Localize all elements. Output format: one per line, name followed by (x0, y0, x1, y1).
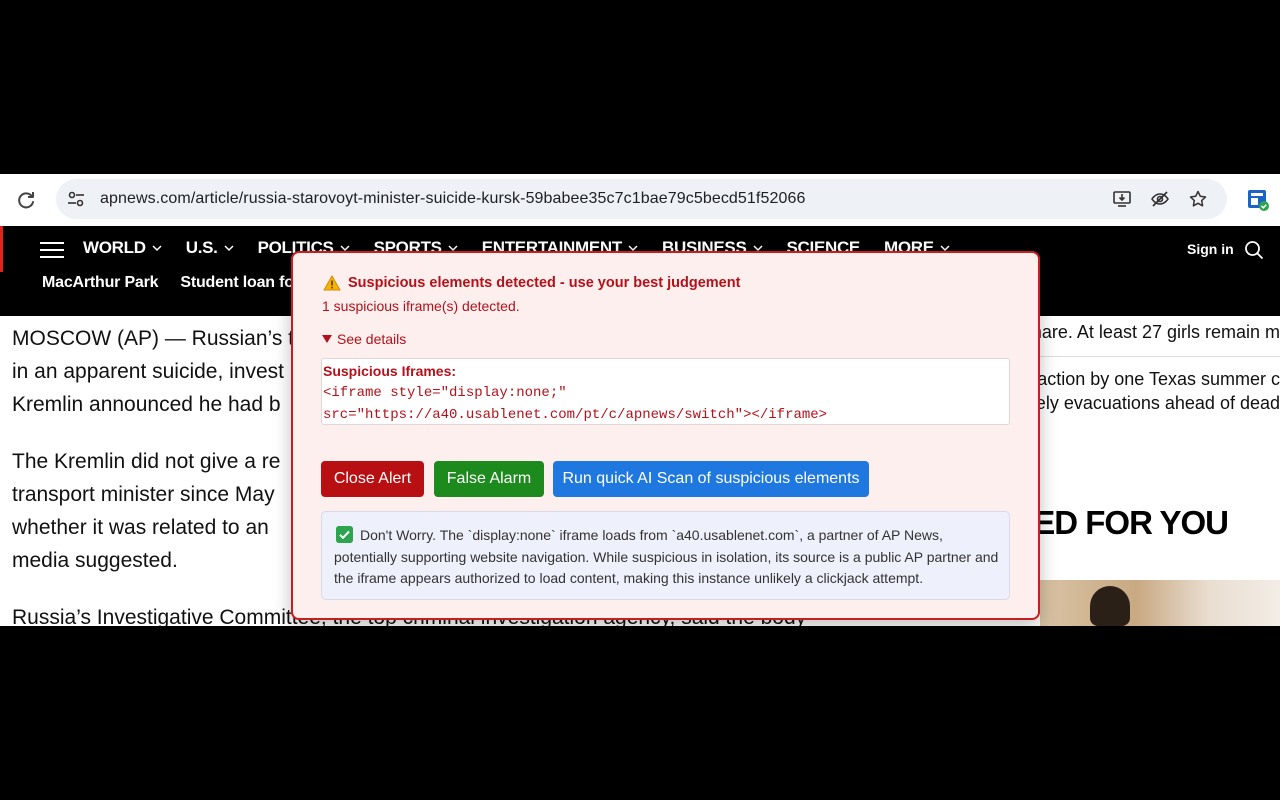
alert-title-text: Suspicious elements detected - use your … (348, 275, 741, 291)
chevron-down-icon (152, 245, 162, 252)
extension-icon[interactable] (1246, 188, 1270, 212)
iframe-code-line: src="https://a40.usablenet.com/pt/c/apne… (323, 407, 828, 423)
triangle-down-icon (322, 335, 332, 343)
trending-link[interactable]: MacArthur Park (42, 274, 159, 292)
browser-toolbar: apnews.com/article/russia-starovoyt-mini… (0, 174, 1280, 226)
article-line: whether it was related to an (12, 516, 269, 539)
ai-verdict-box: Don't Worry. The `display:none` iframe l… (321, 511, 1010, 600)
nav-item-us[interactable]: U.S. (186, 238, 234, 258)
suggested-thumbnail[interactable] (1040, 580, 1280, 626)
verdict-text: Don't Worry. The `display:none` iframe l… (334, 525, 1002, 590)
sign-in-link[interactable]: Sign in (1187, 241, 1234, 257)
sidebar-text[interactable]: mare. At least 27 girls remain m (1027, 322, 1280, 343)
nav-item-label: WORLD (83, 238, 146, 257)
verdict-message: Don't Worry. The `display:none` iframe l… (334, 527, 999, 586)
nav-item-world[interactable]: WORLD (83, 238, 162, 258)
suspicious-iframes-box: Suspicious Iframes: <iframe style="displ… (321, 358, 1010, 425)
search-icon[interactable] (1244, 240, 1264, 260)
suspicious-elements-alert: Suspicious elements detected - use your … (291, 251, 1040, 620)
trending-links: MacArthur Park Student loan for (42, 274, 322, 292)
article-line: transport minister since May (12, 483, 275, 506)
sidebar-text[interactable]: k action by one Texas summer c (1023, 369, 1280, 390)
see-details-label: See details (337, 331, 407, 347)
url-text[interactable]: apnews.com/article/russia-starovoyt-mini… (100, 190, 805, 208)
article-line: MOSCOW (AP) — Russian’s t (12, 327, 294, 350)
sidebar: mare. At least 27 girls remain m k actio… (972, 316, 1280, 626)
ai-scan-button[interactable]: Run quick AI Scan of suspicious elements (553, 461, 869, 497)
star-icon[interactable] (1188, 189, 1208, 209)
iframe-code: <iframe style="display:none;" src="https… (323, 382, 827, 426)
reload-icon[interactable] (14, 188, 38, 212)
see-details-toggle[interactable]: See details (322, 331, 406, 347)
iframes-label: Suspicious Iframes: (323, 363, 457, 379)
eye-off-icon[interactable] (1150, 189, 1170, 209)
article-line: media suggested. (12, 549, 178, 572)
address-bar[interactable]: apnews.com/article/russia-starovoyt-mini… (56, 179, 1227, 219)
article-line: The Kremlin did not give a re (12, 450, 281, 473)
menu-icon[interactable] (40, 242, 64, 258)
close-alert-button[interactable]: Close Alert (321, 461, 424, 497)
divider (1040, 356, 1280, 357)
nav-item-label: U.S. (185, 238, 218, 257)
article-line: in an apparent suicide, invest (12, 360, 285, 383)
accent-bar (0, 226, 3, 272)
sidebar-text[interactable]: nely evacuations ahead of dead (1026, 393, 1280, 414)
warning-icon (323, 275, 341, 291)
alert-title: Suspicious elements detected - use your … (323, 275, 740, 291)
chevron-down-icon (224, 245, 234, 252)
false-alarm-button[interactable]: False Alarm (434, 461, 544, 497)
trending-link[interactable]: Student loan for (180, 274, 300, 292)
article-line: Kremlin announced he had b (12, 393, 281, 416)
site-settings-icon[interactable] (66, 189, 86, 209)
alert-subtitle: 1 suspicious iframe(s) detected. (322, 298, 520, 314)
install-app-icon[interactable] (1112, 189, 1132, 209)
iframe-code-line: <iframe style="display:none;" (323, 385, 567, 401)
